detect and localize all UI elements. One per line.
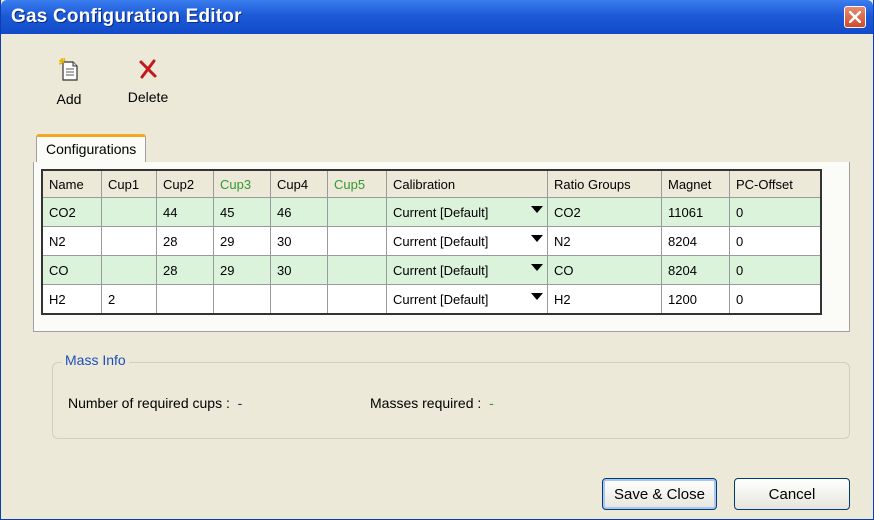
cell-ratio-groups[interactable]: CO2 xyxy=(547,197,662,227)
cell-cup5[interactable] xyxy=(327,284,387,315)
cell-magnet[interactable]: 1200 xyxy=(661,284,730,315)
calibration-dropdown[interactable]: Current [Default] xyxy=(386,255,548,285)
cell-pc-offset[interactable]: 0 xyxy=(729,284,822,315)
gas-config-editor-window: Gas Configuration Editor Add Delete Conf… xyxy=(0,0,874,520)
col-header-magnet[interactable]: Magnet xyxy=(661,169,730,198)
delete-button[interactable]: Delete xyxy=(121,58,175,105)
cell-cup2[interactable]: 44 xyxy=(156,197,214,227)
col-header-cup2[interactable]: Cup2 xyxy=(156,169,214,198)
table-header-row: Name Cup1 Cup2 Cup3 Cup4 Cup5 Calibratio… xyxy=(41,169,822,198)
calibration-dropdown[interactable]: Current [Default] xyxy=(386,226,548,256)
add-button[interactable]: Add xyxy=(51,57,87,107)
col-header-cup4[interactable]: Cup4 xyxy=(270,169,328,198)
col-header-name[interactable]: Name xyxy=(41,169,102,198)
required-cups-value: - xyxy=(237,395,243,411)
table-row[interactable]: N2 28 29 30 Current [Default] N2 8204 0 xyxy=(41,226,822,256)
required-cups-label-text: Number of required cups : xyxy=(68,395,230,411)
mass-info-group: Mass Info Number of required cups : - Ma… xyxy=(52,352,850,439)
add-label: Add xyxy=(56,91,82,107)
cell-cup4[interactable] xyxy=(270,284,328,315)
col-header-cup5[interactable]: Cup5 xyxy=(327,169,387,198)
cell-cup4[interactable]: 30 xyxy=(270,226,328,256)
cell-cup1[interactable] xyxy=(101,197,157,227)
calibration-value: Current [Default] xyxy=(393,204,489,220)
masses-required-label-text: Masses required : xyxy=(370,395,482,411)
dropdown-arrow-icon[interactable] xyxy=(531,235,543,242)
mass-info-legend: Mass Info xyxy=(62,352,129,368)
cell-cup4[interactable]: 30 xyxy=(270,255,328,285)
tab-configurations[interactable]: Configurations xyxy=(36,134,147,162)
cell-name[interactable]: H2 xyxy=(41,284,102,315)
calibration-dropdown[interactable]: Current [Default] xyxy=(386,284,548,315)
cell-magnet[interactable]: 8204 xyxy=(661,226,730,256)
cell-cup4[interactable]: 46 xyxy=(270,197,328,227)
cell-cup3[interactable]: 45 xyxy=(213,197,271,227)
gas-config-table: Name Cup1 Cup2 Cup3 Cup4 Cup5 Calibratio… xyxy=(41,169,822,315)
cell-ratio-groups[interactable]: H2 xyxy=(547,284,662,315)
configurations-panel: Name Cup1 Cup2 Cup3 Cup4 Cup5 Calibratio… xyxy=(33,162,850,332)
table-row[interactable]: CO 28 29 30 Current [Default] CO 8204 0 xyxy=(41,255,822,285)
cell-ratio-groups[interactable]: N2 xyxy=(547,226,662,256)
cell-cup1[interactable] xyxy=(101,226,157,256)
cell-cup5[interactable] xyxy=(327,226,387,256)
dropdown-arrow-icon[interactable] xyxy=(531,264,543,271)
close-icon xyxy=(849,11,861,23)
cell-cup3[interactable]: 29 xyxy=(213,255,271,285)
cancel-button[interactable]: Cancel xyxy=(734,478,850,510)
save-close-button[interactable]: Save & Close xyxy=(602,478,717,510)
table-row[interactable]: H2 2 Current [Default] H2 1200 0 xyxy=(41,284,822,315)
dropdown-arrow-icon[interactable] xyxy=(531,293,543,300)
cell-pc-offset[interactable]: 0 xyxy=(729,255,822,285)
calibration-value: Current [Default] xyxy=(393,233,489,249)
col-header-pc-offset[interactable]: PC-Offset xyxy=(729,169,822,198)
col-header-cup3[interactable]: Cup3 xyxy=(213,169,271,198)
cell-ratio-groups[interactable]: CO xyxy=(547,255,662,285)
calibration-value: Current [Default] xyxy=(393,262,489,278)
window-title: Gas Configuration Editor xyxy=(11,6,242,27)
cell-magnet[interactable]: 8204 xyxy=(661,255,730,285)
tab-strip: Configurations xyxy=(33,132,850,163)
required-cups-label: Number of required cups : - xyxy=(68,395,242,411)
col-header-calibration[interactable]: Calibration xyxy=(386,169,548,198)
red-x-icon xyxy=(139,59,157,79)
cell-pc-offset[interactable]: 0 xyxy=(729,197,822,227)
cell-cup1[interactable]: 2 xyxy=(101,284,157,315)
delete-label: Delete xyxy=(127,89,169,105)
masses-required-value: - xyxy=(489,395,494,411)
cell-cup2[interactable]: 28 xyxy=(156,226,214,256)
cell-cup5[interactable] xyxy=(327,197,387,227)
calibration-value: Current [Default] xyxy=(393,291,489,307)
col-header-cup1[interactable]: Cup1 xyxy=(101,169,157,198)
cell-magnet[interactable]: 11061 xyxy=(661,197,730,227)
masses-required-label: Masses required : - xyxy=(370,395,494,411)
cell-cup2[interactable]: 28 xyxy=(156,255,214,285)
add-document-icon xyxy=(58,57,78,81)
col-header-ratio-groups[interactable]: Ratio Groups xyxy=(547,169,662,198)
title-bar[interactable]: Gas Configuration Editor xyxy=(1,0,873,34)
table-row[interactable]: CO2 44 45 46 Current [Default] CO2 11061… xyxy=(41,197,822,227)
calibration-dropdown[interactable]: Current [Default] xyxy=(386,197,548,227)
cell-name[interactable]: CO2 xyxy=(41,197,102,227)
cell-name[interactable]: CO xyxy=(41,255,102,285)
cell-cup1[interactable] xyxy=(101,255,157,285)
cell-cup3[interactable] xyxy=(213,284,271,315)
cell-cup5[interactable] xyxy=(327,255,387,285)
close-button[interactable] xyxy=(844,6,866,28)
cell-name[interactable]: N2 xyxy=(41,226,102,256)
cell-pc-offset[interactable]: 0 xyxy=(729,226,822,256)
cell-cup3[interactable]: 29 xyxy=(213,226,271,256)
cell-cup2[interactable] xyxy=(156,284,214,315)
dropdown-arrow-icon[interactable] xyxy=(531,206,543,213)
